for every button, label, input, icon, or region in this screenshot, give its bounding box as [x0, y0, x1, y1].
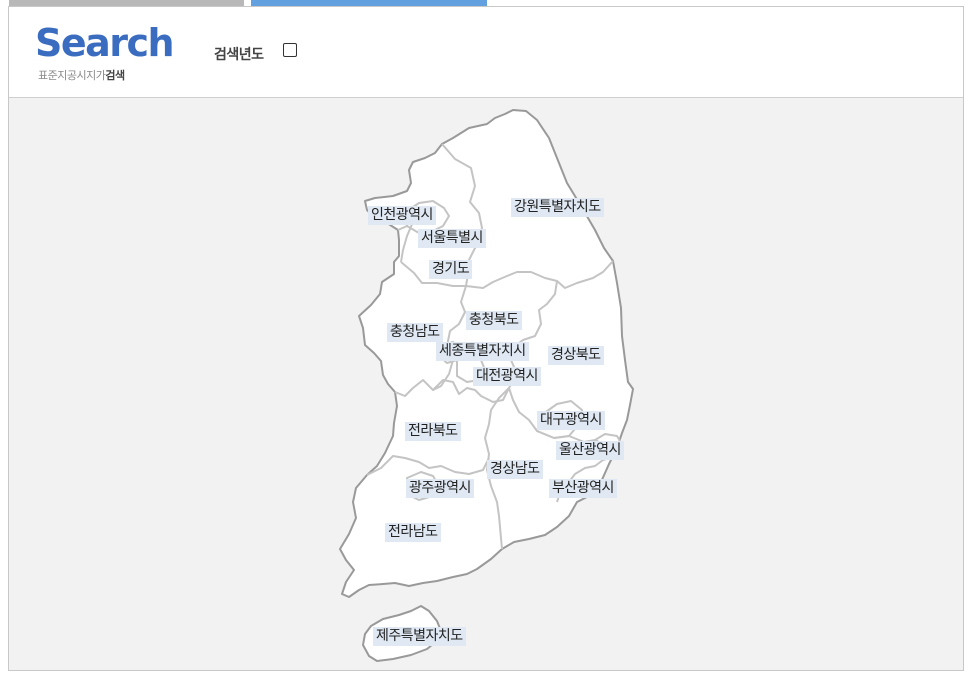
search-year-checkbox[interactable] — [283, 43, 297, 57]
region-label-incheon[interactable]: 인천광역시 — [368, 206, 436, 225]
region-label-jeonbuk[interactable]: 전라북도 — [405, 422, 461, 441]
region-label-busan[interactable]: 부산광역시 — [549, 479, 617, 498]
logo-subtitle-bold: 검색 — [105, 69, 125, 82]
region-label-chungnam[interactable]: 충청남도 — [387, 323, 443, 342]
region-label-daejeon[interactable]: 대전광역시 — [473, 367, 541, 386]
header: Search 표준지공시지가검색 검색년도 — [9, 7, 963, 98]
region-label-daegu[interactable]: 대구광역시 — [537, 411, 605, 430]
search-year-label: 검색년도 — [214, 47, 264, 63]
search-panel: Search 표준지공시지가검색 검색년도 인천광역시 서울특별시 경기도 강원… — [8, 6, 964, 671]
logo-subtitle: 표준지공시지가검색 — [38, 67, 125, 83]
region-label-gyeongnam[interactable]: 경상남도 — [487, 460, 543, 479]
region-label-chungbuk[interactable]: 충청북도 — [466, 311, 522, 330]
region-label-seoul[interactable]: 서울특별시 — [418, 229, 486, 248]
region-label-gangwon[interactable]: 강원특별자치도 — [511, 198, 604, 217]
korea-map: 인천광역시 서울특별시 경기도 강원특별자치도 충청남도 충청북도 세종특별자치… — [9, 98, 963, 670]
logo: Search — [35, 21, 175, 65]
region-label-sejong[interactable]: 세종특별자치시 — [436, 342, 529, 361]
region-label-gyeonggi[interactable]: 경기도 — [429, 260, 473, 279]
region-label-jeonnam[interactable]: 전라남도 — [385, 523, 441, 542]
region-label-ulsan[interactable]: 울산광역시 — [556, 441, 624, 460]
region-label-gwangju[interactable]: 광주광역시 — [406, 479, 474, 498]
region-label-jeju[interactable]: 제주특별자치도 — [373, 627, 466, 646]
region-label-gyeongbuk[interactable]: 경상북도 — [548, 346, 604, 365]
logo-subtitle-plain: 표준지공시지가 — [38, 69, 106, 82]
